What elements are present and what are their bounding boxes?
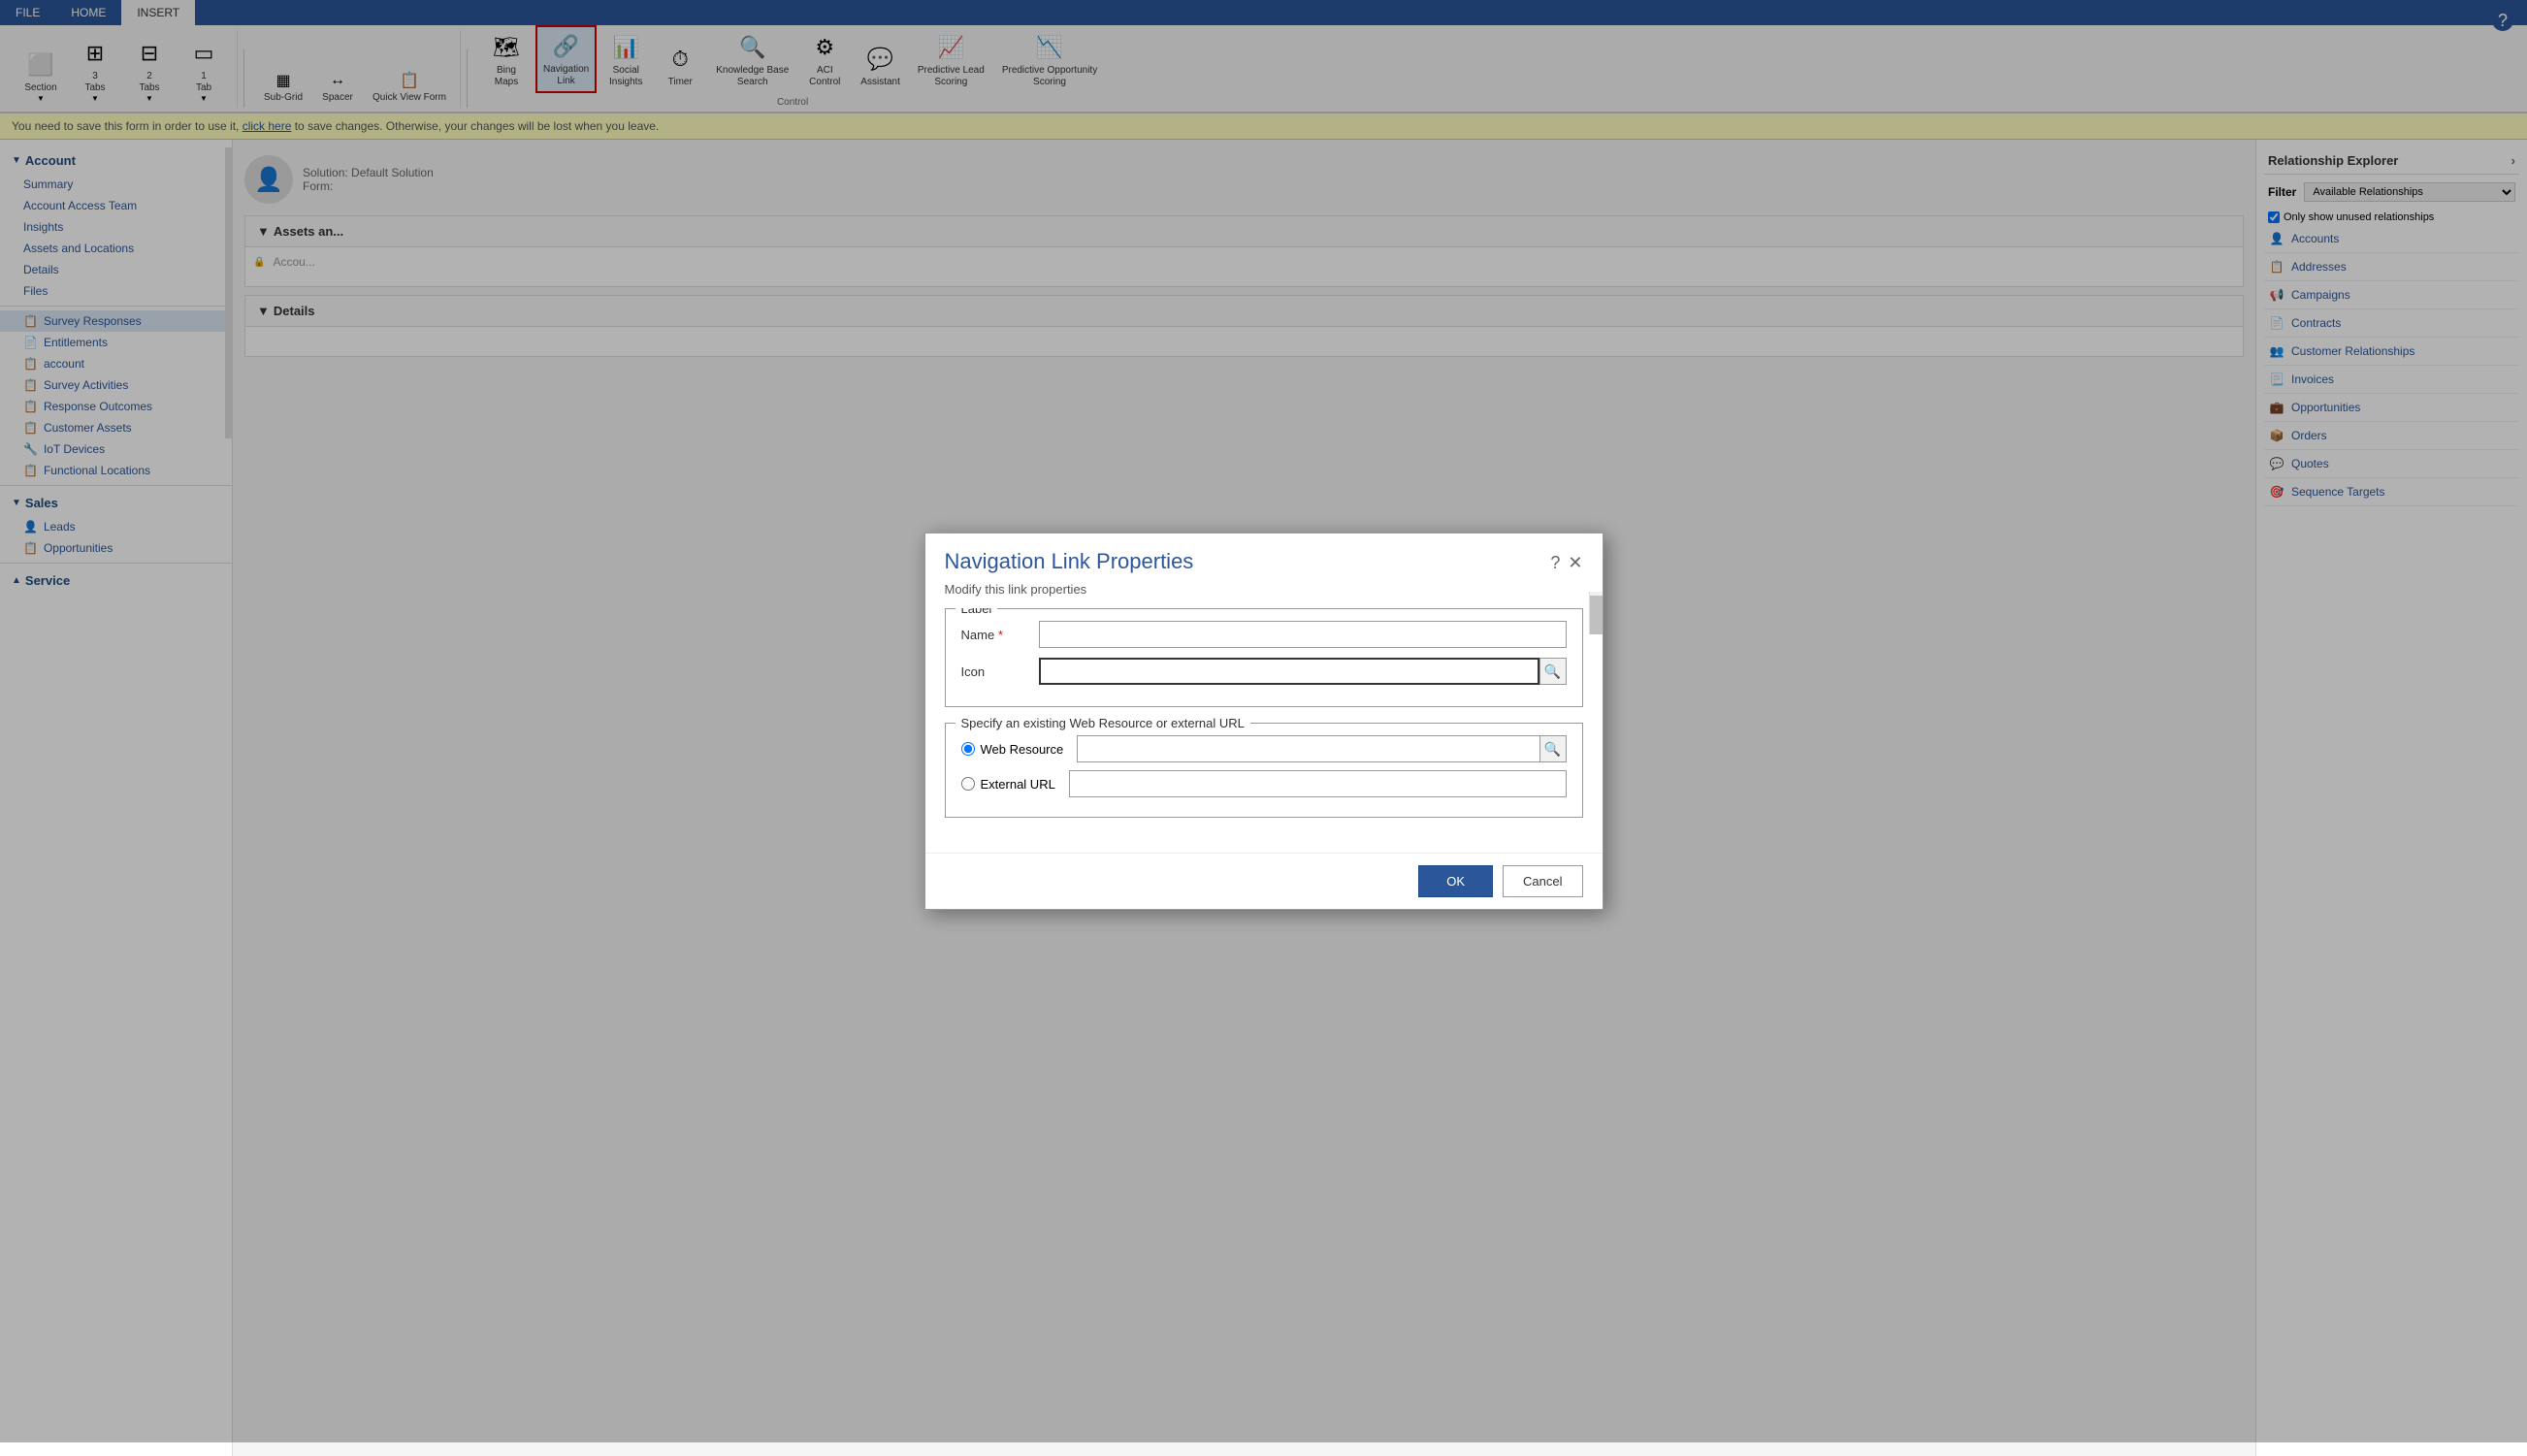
external-url-input[interactable] bbox=[1069, 770, 1567, 797]
web-resource-browse-button[interactable]: 🔍 bbox=[1539, 735, 1567, 762]
url-legend: Specify an existing Web Resource or exte… bbox=[956, 716, 1250, 730]
name-label: Name * bbox=[961, 628, 1039, 642]
dialog-overlay: Navigation Link Properties ? ✕ Modify th… bbox=[0, 0, 2527, 1442]
name-required-indicator: * bbox=[998, 628, 1003, 642]
dialog-title-bar: Navigation Link Properties ? ✕ bbox=[925, 534, 1603, 582]
web-resource-field-group: 🔍 bbox=[1077, 735, 1566, 762]
dialog-body: Label Name * Icon 🔍 bbox=[925, 608, 1603, 853]
external-url-radio[interactable] bbox=[961, 777, 975, 791]
dialog-title-actions: ? ✕ bbox=[1550, 549, 1582, 573]
icon-input-group: 🔍 bbox=[1039, 658, 1567, 685]
cancel-button[interactable]: Cancel bbox=[1503, 865, 1582, 897]
navigation-link-dialog: Navigation Link Properties ? ✕ Modify th… bbox=[924, 533, 1604, 910]
url-fieldset: Specify an existing Web Resource or exte… bbox=[945, 723, 1583, 818]
ok-button[interactable]: OK bbox=[1418, 865, 1493, 897]
icon-input[interactable] bbox=[1039, 658, 1539, 685]
icon-browse-button[interactable]: 🔍 bbox=[1539, 658, 1567, 685]
icon-row: Icon 🔍 bbox=[961, 658, 1567, 685]
dialog-scrollbar-thumb[interactable] bbox=[1590, 596, 1603, 634]
web-resource-input[interactable] bbox=[1077, 735, 1539, 762]
dialog-title: Navigation Link Properties bbox=[945, 549, 1194, 574]
label-fieldset: Label Name * Icon 🔍 bbox=[945, 608, 1583, 707]
name-row: Name * bbox=[961, 621, 1567, 648]
web-resource-option: Web Resource 🔍 bbox=[961, 735, 1567, 762]
icon-label: Icon bbox=[961, 664, 1039, 679]
name-input[interactable] bbox=[1039, 621, 1567, 648]
web-resource-label: Web Resource bbox=[981, 742, 1064, 757]
external-url-option: External URL bbox=[961, 770, 1567, 797]
dialog-help-icon[interactable]: ? bbox=[1550, 553, 1560, 573]
web-resource-radio[interactable] bbox=[961, 742, 975, 756]
dialog-subtitle: Modify this link properties bbox=[925, 582, 1603, 608]
dialog-scrollbar[interactable] bbox=[1589, 592, 1603, 634]
dialog-footer: OK Cancel bbox=[925, 853, 1603, 909]
label-legend: Label bbox=[956, 608, 998, 616]
dialog-close-icon[interactable]: ✕ bbox=[1568, 553, 1582, 573]
web-resource-input-group: Web Resource 🔍 bbox=[961, 735, 1567, 762]
external-url-input-group: External URL bbox=[961, 770, 1567, 797]
external-url-label: External URL bbox=[981, 777, 1055, 792]
